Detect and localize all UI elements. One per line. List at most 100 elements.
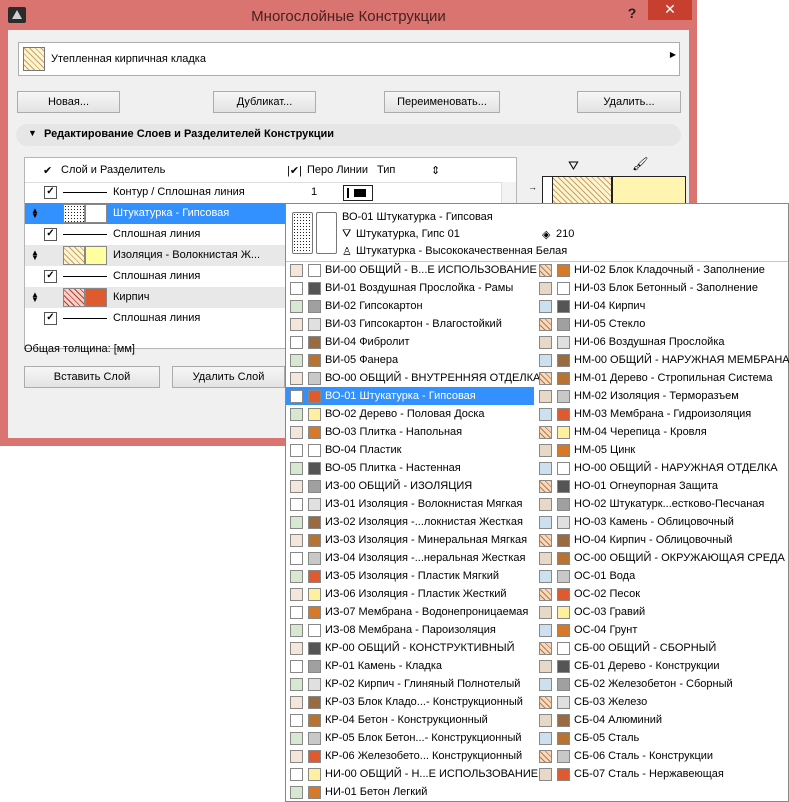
- material-item[interactable]: НИ-02 Блок Кладочный - Заполнение: [535, 261, 783, 279]
- drag-handle-icon[interactable]: ▲ ▼: [31, 291, 39, 304]
- material-item[interactable]: НО-00 ОБЩИЙ - НАРУЖНАЯ ОТДЕЛКА: [535, 459, 783, 477]
- material-item[interactable]: СБ-01 Дерево - Конструкции: [535, 657, 783, 675]
- material-item[interactable]: НМ-03 Мембрана - Гидроизоляция: [535, 405, 783, 423]
- material-surface-swatch: [308, 354, 321, 367]
- close-button[interactable]: ✕: [648, 0, 692, 20]
- composite-selector[interactable]: Утепленная кирпичная кладка ▶: [18, 42, 680, 76]
- material-item[interactable]: ВО-00 ОБЩИЙ - ВНУТРЕННЯЯ ОТДЕЛКА: [286, 369, 540, 387]
- material-item[interactable]: ВИ-05 Фанера: [286, 351, 534, 369]
- material-fill-swatch: [290, 552, 303, 565]
- material-item[interactable]: НИ-04 Кирпич: [535, 297, 783, 315]
- material-item[interactable]: КР-01 Камень - Кладка: [286, 657, 534, 675]
- material-item[interactable]: НМ-01 Дерево - Стропильная Система: [535, 369, 783, 387]
- material-fill-swatch: [539, 282, 552, 295]
- material-item[interactable]: СБ-02 Железобетон - Сборный: [535, 675, 783, 693]
- row-checkbox[interactable]: ✓: [44, 228, 57, 241]
- material-item[interactable]: НИ-06 Воздушная Прослойка: [535, 333, 783, 351]
- material-item[interactable]: НИ-01 Бетон Легкий: [286, 783, 534, 801]
- material-item[interactable]: ИЗ-08 Мембрана - Пароизоляция: [286, 621, 534, 639]
- material-surface-swatch: [308, 696, 321, 709]
- material-item[interactable]: ОС-03 Гравий: [535, 603, 783, 621]
- material-item[interactable]: ВИ-02 Гипсокартон: [286, 297, 534, 315]
- section-header[interactable]: ▼ Редактирование Слоев и Разделителей Ко…: [16, 124, 681, 146]
- material-item[interactable]: НО-04 Кирпич - Облицовочный: [535, 531, 783, 549]
- material-item[interactable]: СБ-03 Железо: [535, 693, 783, 711]
- material-item[interactable]: НО-02 Штукатурк...естково-Песчаная: [535, 495, 783, 513]
- new-button[interactable]: Новая...: [17, 91, 120, 113]
- delete-layer-button[interactable]: Удалить Слой: [172, 366, 285, 388]
- line-type-selector[interactable]: [343, 185, 373, 201]
- table-row[interactable]: ✓ Контур / Сплошная линия 1: [25, 182, 515, 203]
- popup-header: ВО-01 Штукатурка - Гипсовая ⛛ Штукатурка…: [286, 204, 788, 262]
- drag-handle-icon[interactable]: ▲ ▼: [31, 249, 39, 262]
- material-item[interactable]: НО-01 Огнеупорная Защита: [535, 477, 783, 495]
- material-item[interactable]: НИ-03 Блок Бетонный - Заполнение: [535, 279, 783, 297]
- material-fill-swatch: [290, 498, 303, 511]
- insert-layer-button[interactable]: Вставить Слой: [24, 366, 160, 388]
- help-button[interactable]: ?: [622, 5, 642, 23]
- material-item[interactable]: НО-03 Камень - Облицовочный: [535, 513, 783, 531]
- material-label: ВИ-05 Фанера: [325, 354, 399, 366]
- surface-name: Штукатурка - Высококачественная Белая: [356, 245, 568, 257]
- material-item[interactable]: ОС-04 Грунт: [535, 621, 783, 639]
- material-label: ИЗ-05 Изоляция - Пластик Мягкий: [325, 570, 499, 582]
- material-item[interactable]: ОС-02 Песок: [535, 585, 783, 603]
- material-item[interactable]: ИЗ-03 Изоляция - Минеральная Мягкая: [286, 531, 534, 549]
- material-item[interactable]: КР-04 Бетон - Конструкционный: [286, 711, 534, 729]
- material-item[interactable]: ИЗ-07 Мембрана - Водонепроницаемая: [286, 603, 534, 621]
- material-item[interactable]: НМ-00 ОБЩИЙ - НАРУЖНАЯ МЕМБРАНА: [535, 351, 789, 369]
- material-item[interactable]: КР-03 Блок Кладо...- Конструкционный: [286, 693, 534, 711]
- duplicate-button[interactable]: Дубликат...: [213, 91, 316, 113]
- material-item[interactable]: КР-02 Кирпич - Глиняный Полнотелый: [286, 675, 534, 693]
- material-item[interactable]: СБ-06 Сталь - Конструкции: [535, 747, 783, 765]
- delete-button[interactable]: Удалить...: [577, 91, 681, 113]
- material-item[interactable]: ИЗ-04 Изоляция -...неральная Жесткая: [286, 549, 534, 567]
- line-sample: [63, 192, 107, 193]
- material-item[interactable]: ИЗ-02 Изоляция -...локнистая Жесткая: [286, 513, 534, 531]
- material-item[interactable]: ВИ-01 Воздушная Прослойка - Рамы: [286, 279, 534, 297]
- material-item[interactable]: СБ-00 ОБЩИЙ - СБОРНЫЙ: [535, 639, 783, 657]
- material-item[interactable]: СБ-07 Сталь - Нержавеющая: [535, 765, 783, 783]
- material-item[interactable]: НИ-05 Стекло: [535, 315, 783, 333]
- material-item[interactable]: КР-05 Блок Бетон...- Конструкционный: [286, 729, 534, 747]
- material-surface-swatch: [557, 606, 570, 619]
- drag-handle-icon[interactable]: ▲ ▼: [31, 207, 39, 220]
- material-item[interactable]: СБ-05 Сталь: [535, 729, 783, 747]
- row-label: Сплошная линия: [113, 228, 201, 240]
- material-item[interactable]: НМ-02 Изоляция - Терморазъем: [535, 387, 783, 405]
- material-fill-swatch: [290, 642, 303, 655]
- material-item[interactable]: ИЗ-06 Изоляция - Пластик Жесткий: [286, 585, 534, 603]
- row-checkbox[interactable]: ✓: [44, 186, 57, 199]
- material-item[interactable]: ВО-03 Плитка - Напольная: [286, 423, 534, 441]
- material-label: СБ-00 ОБЩИЙ - СБОРНЫЙ: [574, 642, 717, 654]
- material-label: СБ-07 Сталь - Нержавеющая: [574, 768, 724, 780]
- material-item[interactable]: КР-06 Железобето... Конструкционный: [286, 747, 534, 765]
- material-label: ВО-00 ОБЩИЙ - ВНУТРЕННЯЯ ОТДЕЛКА: [325, 372, 541, 384]
- visibility-icon: |✔|: [287, 165, 302, 177]
- material-item[interactable]: СБ-04 Алюминий: [535, 711, 783, 729]
- material-item[interactable]: ВО-01 Штукатурка - Гипсовая: [286, 387, 534, 405]
- material-label: СБ-05 Сталь: [574, 732, 640, 744]
- material-item[interactable]: ВО-02 Дерево - Половая Доска: [286, 405, 534, 423]
- material-item[interactable]: НИ-00 ОБЩИЙ - Н...Е ИСПОЛЬЗОВАНИЕ: [286, 765, 538, 783]
- material-fill-swatch: [290, 696, 303, 709]
- line-sample: [63, 276, 107, 277]
- row-checkbox[interactable]: ✓: [44, 270, 57, 283]
- material-item[interactable]: ИЗ-00 ОБЩИЙ - ИЗОЛЯЦИЯ: [286, 477, 534, 495]
- material-label: ВО-05 Плитка - Настенная: [325, 462, 461, 474]
- material-item[interactable]: КР-00 ОБЩИЙ - КОНСТРУКТИВНЫЙ: [286, 639, 534, 657]
- rename-button[interactable]: Переименовать...: [384, 91, 500, 113]
- material-item[interactable]: НМ-04 Черепица - Кровля: [535, 423, 783, 441]
- material-item[interactable]: ОС-01 Вода: [535, 567, 783, 585]
- material-item[interactable]: ВИ-04 Фибролит: [286, 333, 534, 351]
- material-item[interactable]: ВО-05 Плитка - Настенная: [286, 459, 534, 477]
- material-item[interactable]: ОС-00 ОБЩИЙ - ОКРУЖАЮЩАЯ СРЕДА: [535, 549, 785, 567]
- material-item[interactable]: ВИ-03 Гипсокартон - Влагостойкий: [286, 315, 534, 333]
- row-checkbox[interactable]: ✓: [44, 312, 57, 325]
- material-item[interactable]: НМ-05 Цинк: [535, 441, 783, 459]
- material-item[interactable]: ИЗ-01 Изоляция - Волокнистая Мягкая: [286, 495, 534, 513]
- material-item[interactable]: ИЗ-05 Изоляция - Пластик Мягкий: [286, 567, 534, 585]
- material-item[interactable]: ВО-04 Пластик: [286, 441, 534, 459]
- material-label: НО-03 Камень - Облицовочный: [574, 516, 734, 528]
- material-item[interactable]: ВИ-00 ОБЩИЙ - В...Е ИСПОЛЬЗОВАНИЕ: [286, 261, 537, 279]
